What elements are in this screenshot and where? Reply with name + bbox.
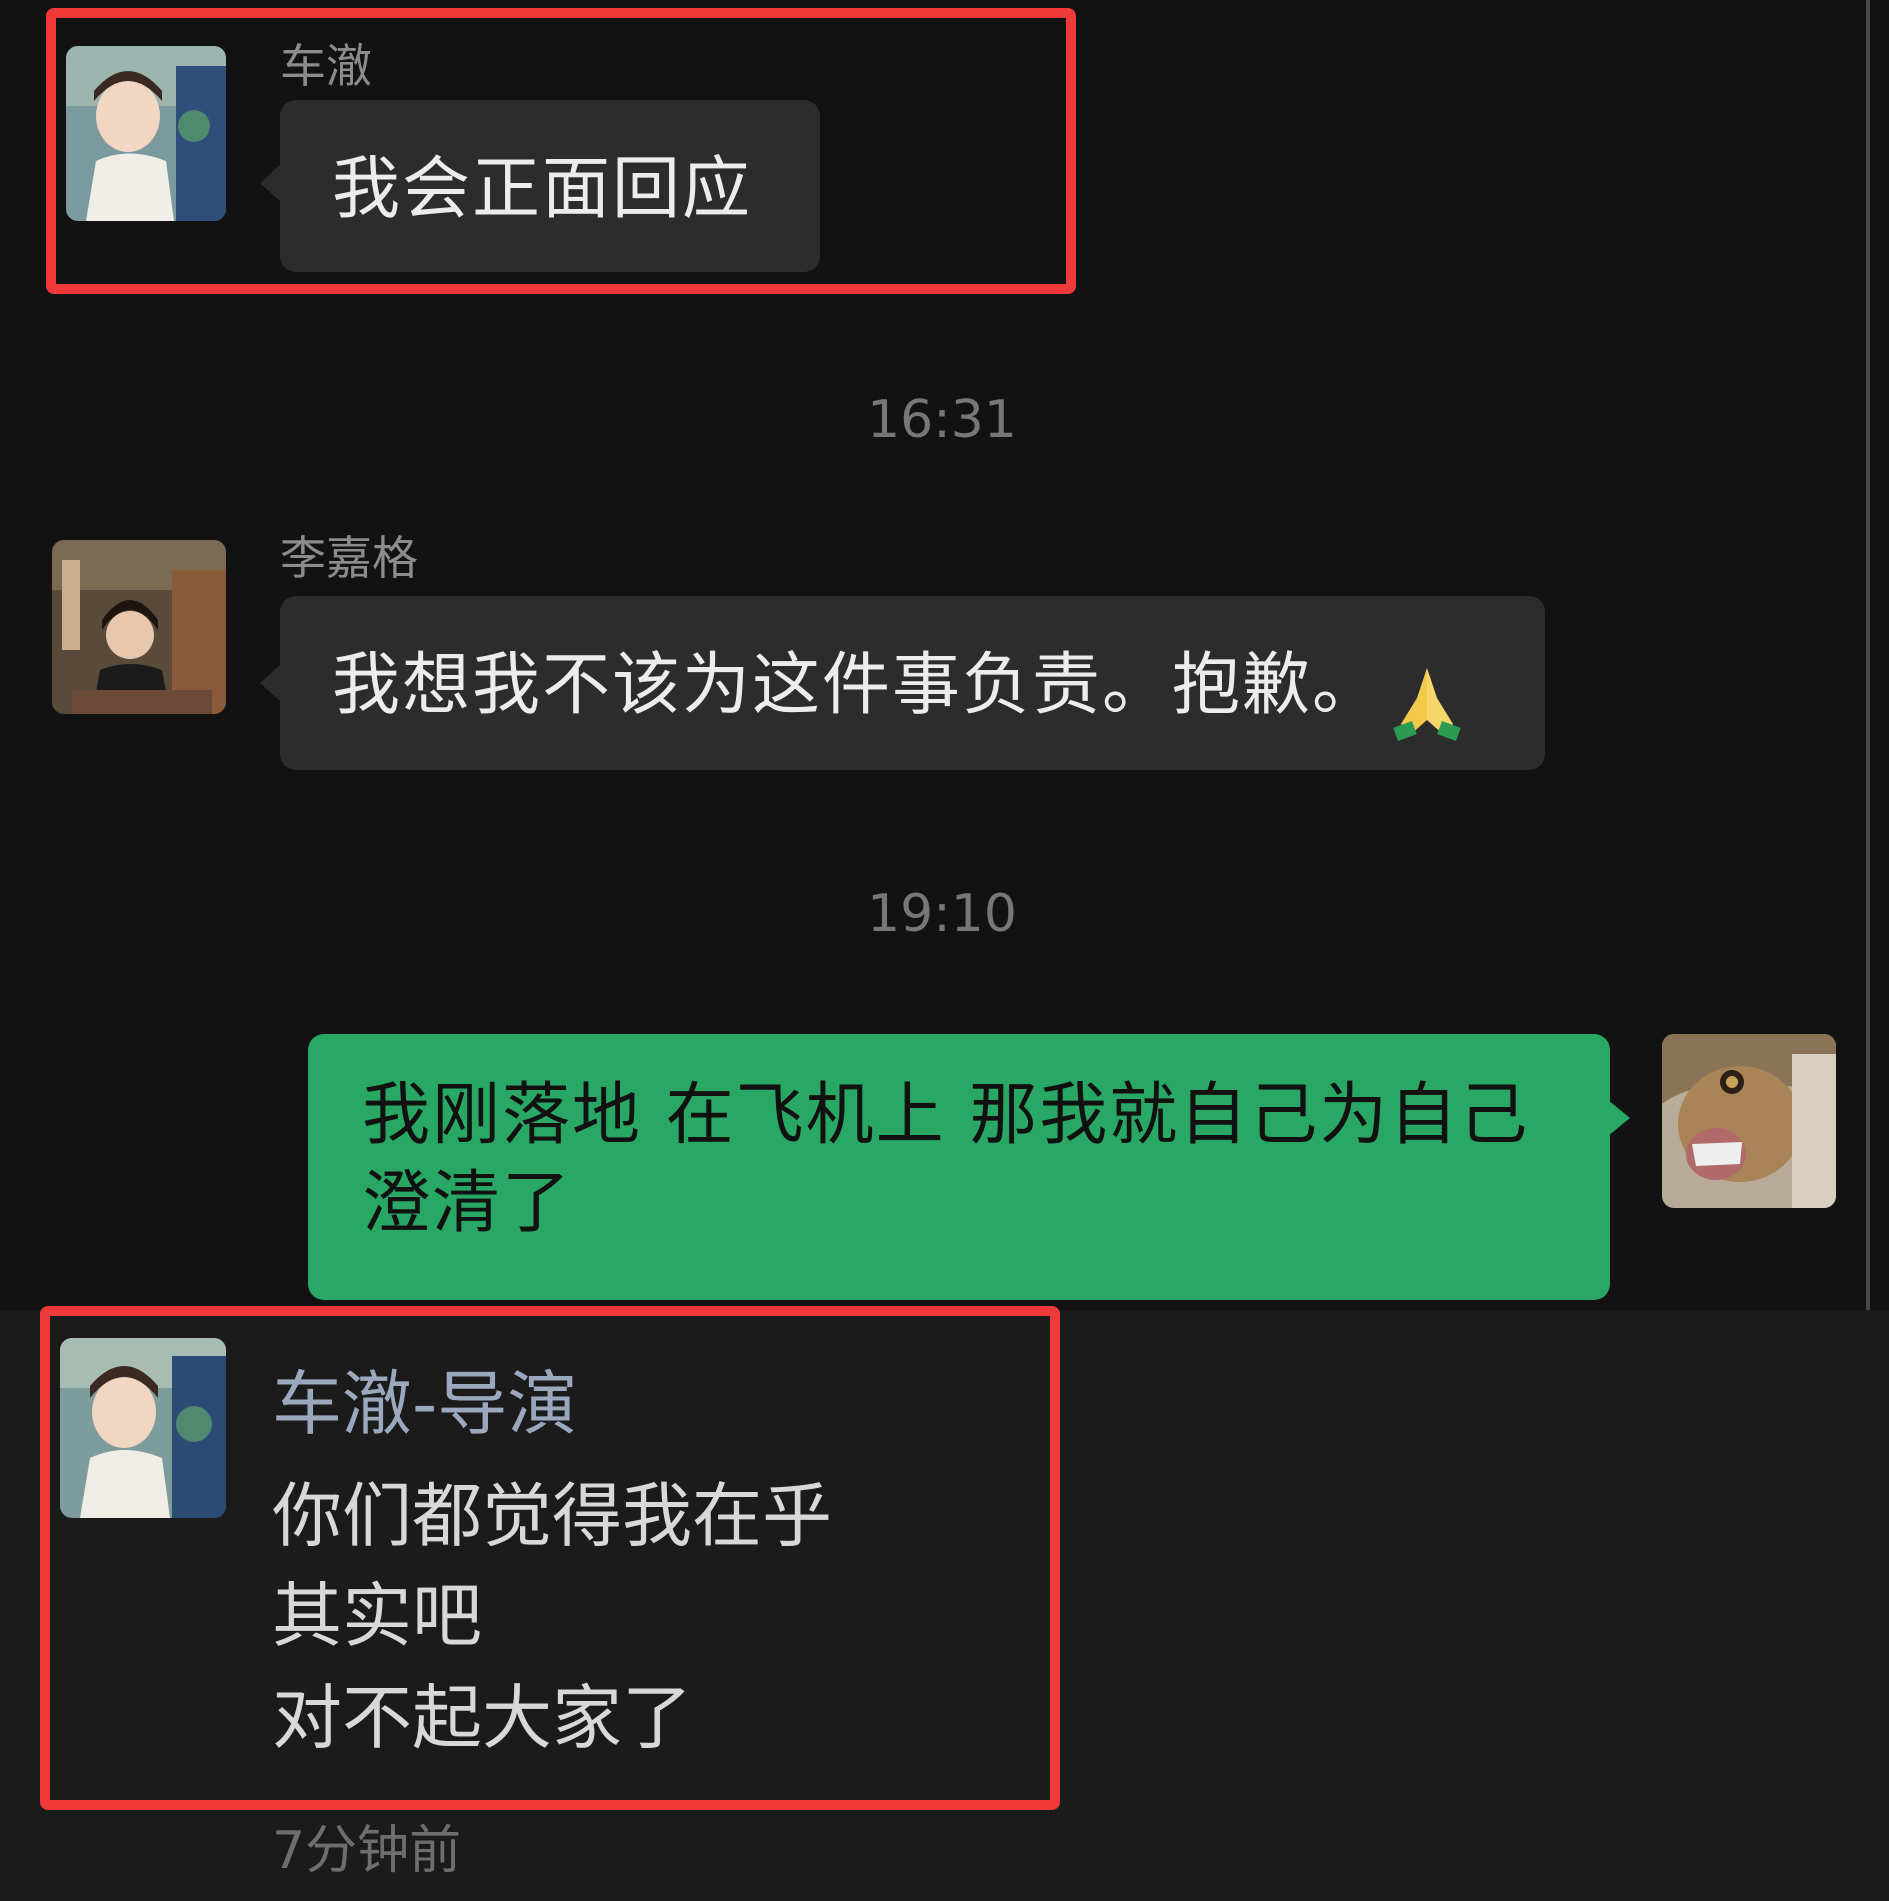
folded-hands-emoji <box>1387 662 1467 746</box>
relative-time: 7分钟前 <box>272 1821 462 1881</box>
timestamp: 16:31 <box>867 390 1017 450</box>
message-bubble-self[interactable]: 我刚落地 在飞机上 那我就自己为自己 澄清了 <box>308 1034 1610 1300</box>
message-bubble[interactable]: 我想我不该为这件事负责。抱歉。 <box>280 596 1545 770</box>
highlight-box <box>40 1306 1060 1810</box>
scroll-divider <box>1866 0 1870 1310</box>
bubble-tail <box>1608 1100 1630 1136</box>
message-text-line: 澄清了 <box>362 1164 573 1243</box>
avatar-self[interactable] <box>1662 1034 1836 1208</box>
timestamp: 19:10 <box>867 884 1017 944</box>
message-text: 我想我不该为这件事负责。抱歉。 <box>332 646 1383 725</box>
message-text-line: 我刚落地 在飞机上 那我就自己为自己 <box>362 1076 1530 1155</box>
sender-name: 李嘉格 <box>280 531 418 585</box>
highlight-box <box>46 8 1076 294</box>
avatar-li-jiage[interactable] <box>52 540 226 714</box>
bubble-tail <box>260 665 280 701</box>
